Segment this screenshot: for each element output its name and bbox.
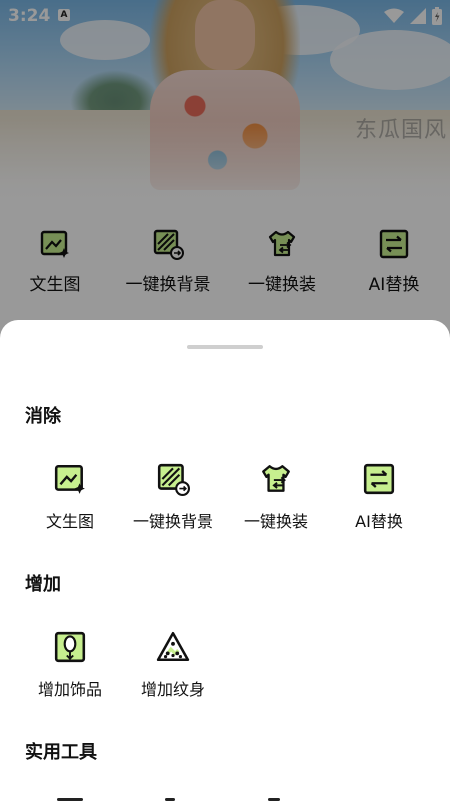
section-title-add: 增加	[25, 574, 61, 595]
item-label: 增加饰品	[37, 680, 102, 699]
section-title-remove: 消除	[25, 406, 61, 427]
ai-replace-icon	[362, 462, 396, 496]
tattoo-icon	[156, 630, 190, 664]
bottom-sheet: 消除 文生图 一键换背景 一键换装 AI替换 增加 增加饰品 增加纹身 实用工具	[0, 320, 450, 801]
sheet-item-text-to-image[interactable]: 文生图	[15, 462, 125, 532]
item-label: 一键换装	[243, 512, 308, 531]
swap-outfit-icon	[259, 462, 293, 496]
sheet-item-add-tattoo[interactable]: 增加纹身	[118, 630, 228, 700]
accessory-icon	[53, 630, 87, 664]
item-label: 增加纹身	[140, 680, 205, 699]
section-title-utilities: 实用工具	[25, 742, 97, 763]
sheet-item-add-accessory[interactable]: 增加饰品	[15, 630, 125, 700]
item-label: 一键换背景	[132, 512, 213, 531]
sheet-item-swap-outfit[interactable]: 一键换装	[221, 462, 331, 532]
screen: 东瓜国风 3:24 A 文生图 一键换背景 一键换装 AI替换 消除 文生图 一…	[0, 0, 450, 801]
swap-background-icon	[156, 462, 190, 496]
item-label: 文生图	[45, 512, 94, 531]
sheet-item-ai-replace[interactable]: AI替换	[324, 462, 434, 532]
drag-handle[interactable]	[187, 345, 263, 349]
sheet-item-swap-background[interactable]: 一键换背景	[118, 462, 228, 532]
text-to-image-icon	[53, 462, 87, 496]
item-label: AI替换	[355, 512, 403, 531]
